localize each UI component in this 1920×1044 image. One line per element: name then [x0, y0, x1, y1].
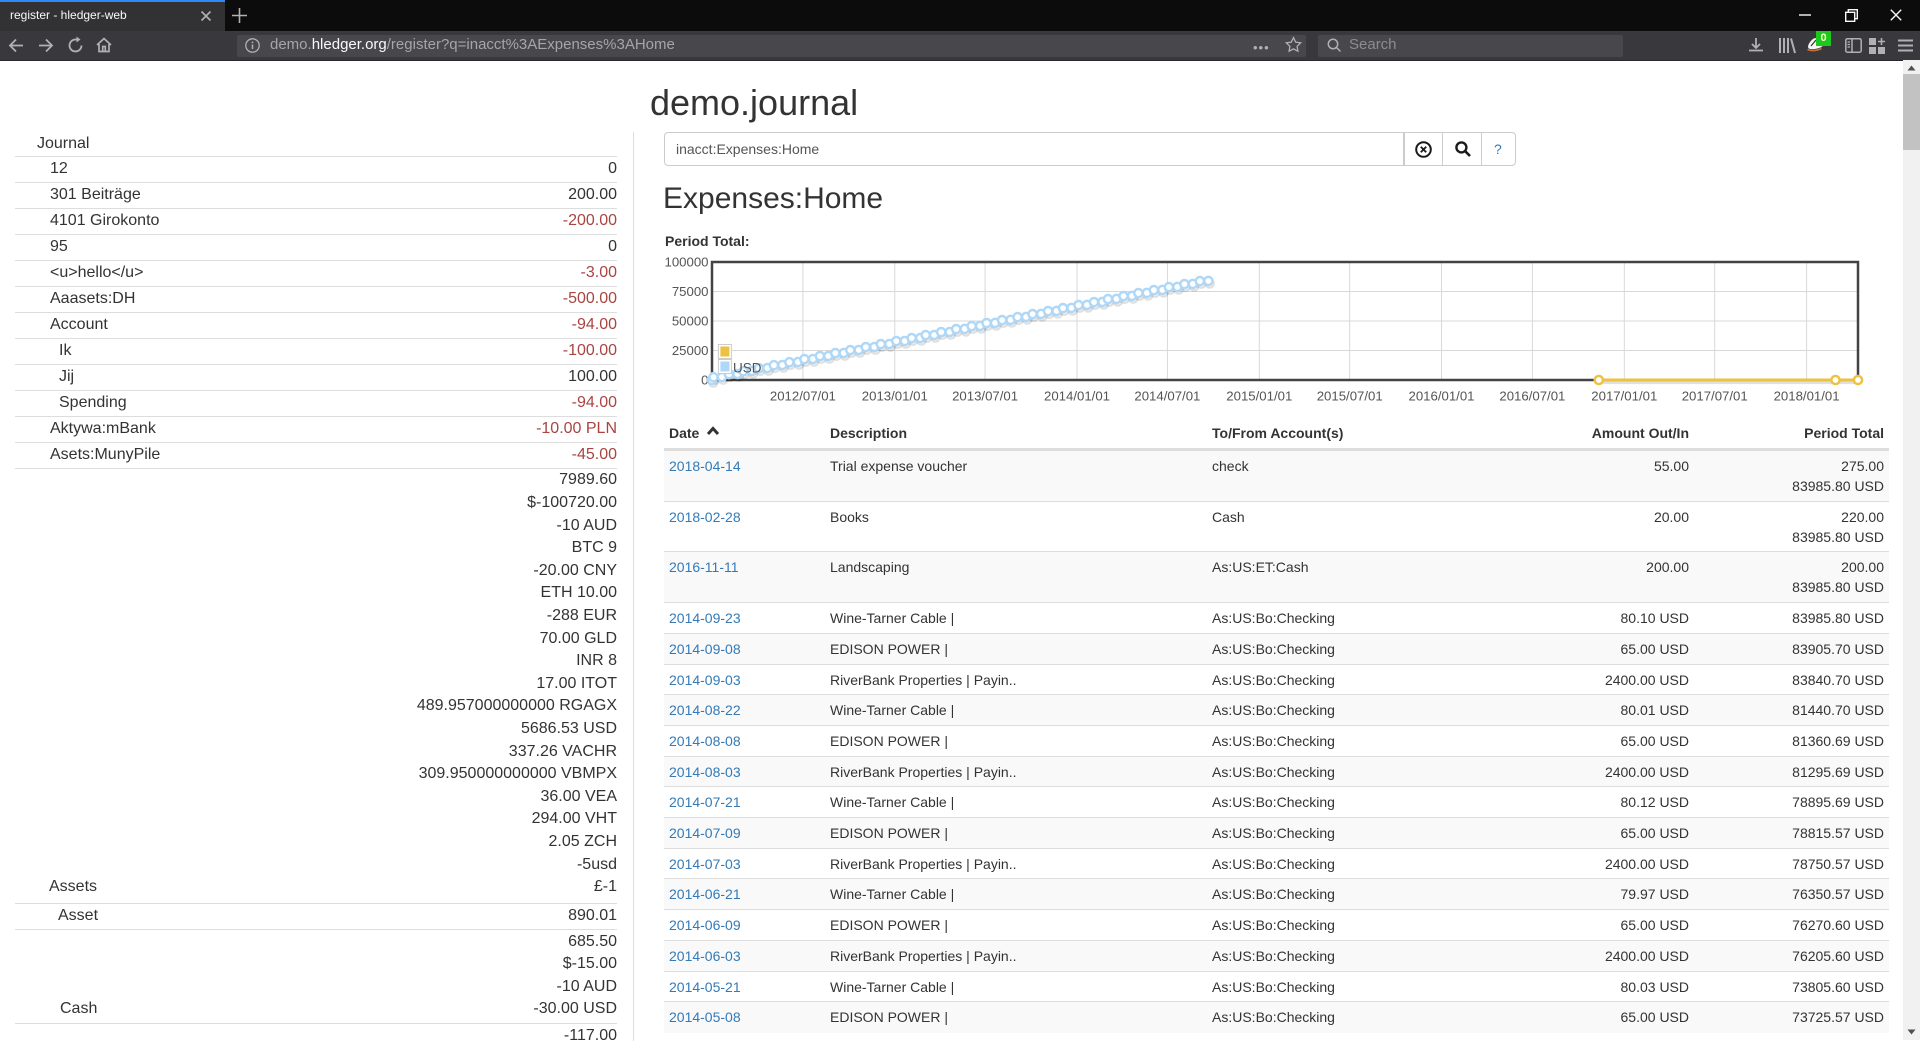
- svg-text:2018/01/01: 2018/01/01: [1774, 388, 1840, 403]
- svg-text:2016/07/01: 2016/07/01: [1499, 388, 1565, 403]
- svg-text:50000: 50000: [672, 314, 709, 329]
- svg-text:USD: USD: [733, 361, 762, 376]
- svg-text:2013/01/01: 2013/01/01: [862, 388, 928, 403]
- svg-text:2014/01/01: 2014/01/01: [1044, 388, 1110, 403]
- svg-text:2012/07/01: 2012/07/01: [770, 388, 836, 403]
- svg-text:2015/07/01: 2015/07/01: [1317, 388, 1383, 403]
- svg-text:2013/07/01: 2013/07/01: [952, 388, 1018, 403]
- svg-text:75000: 75000: [672, 284, 709, 299]
- svg-text:2017/01/01: 2017/01/01: [1591, 388, 1657, 403]
- svg-text:2017/07/01: 2017/07/01: [1682, 388, 1748, 403]
- svg-text:2014/07/01: 2014/07/01: [1134, 388, 1200, 403]
- svg-text:25000: 25000: [672, 343, 709, 358]
- svg-text:2015/01/01: 2015/01/01: [1226, 388, 1292, 403]
- svg-text:2016/01/01: 2016/01/01: [1408, 388, 1474, 403]
- svg-text:100000: 100000: [664, 255, 708, 270]
